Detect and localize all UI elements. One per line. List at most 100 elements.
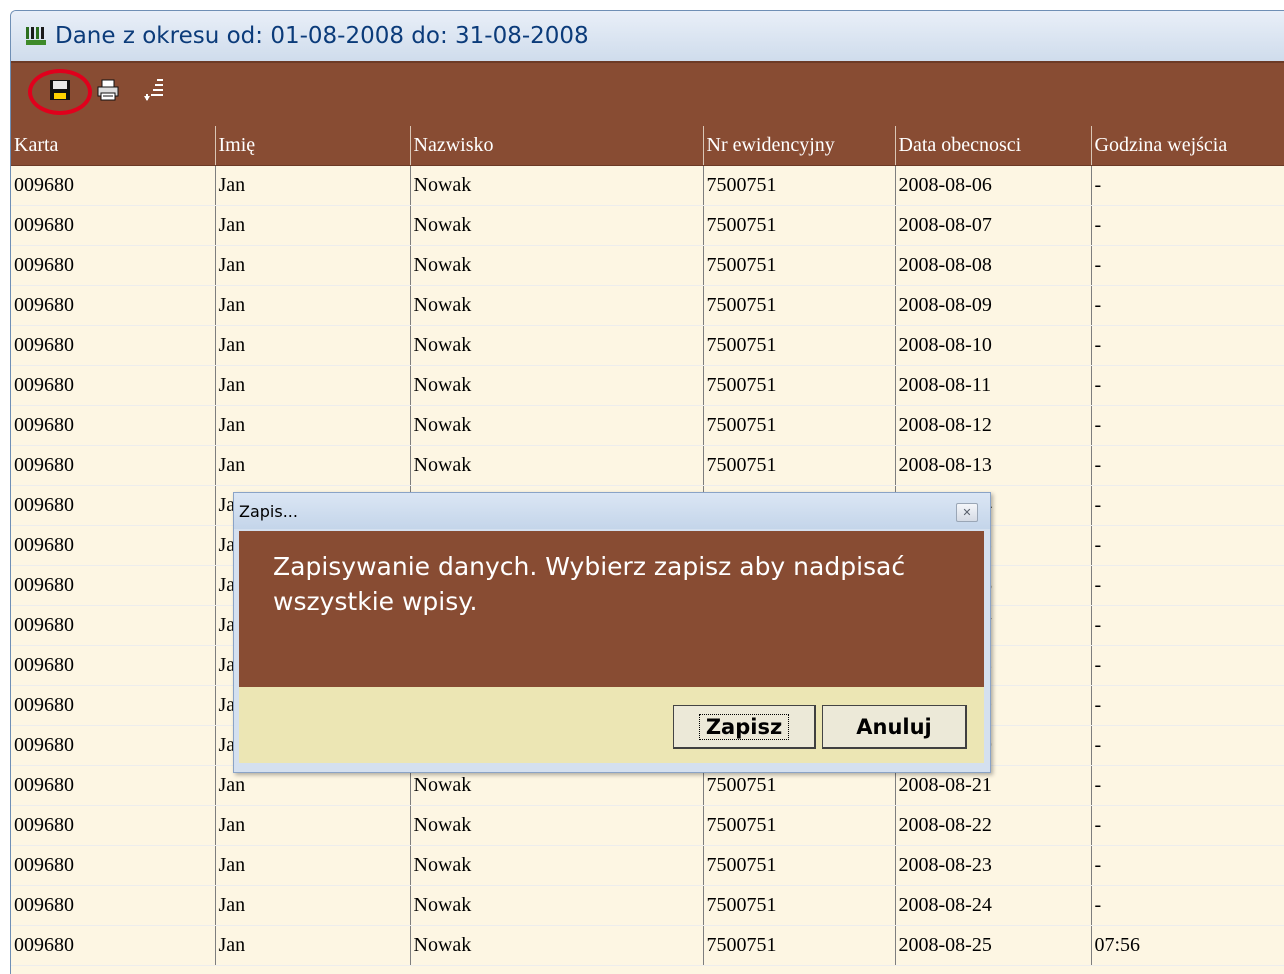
table-cell: 009680 (11, 445, 216, 486)
table-cell: 009680 (11, 765, 216, 806)
table-cell: 2008-08-08 (895, 245, 1092, 286)
app-icon (25, 25, 47, 47)
table-cell: Jan (215, 445, 411, 486)
table-cell: 009680 (11, 285, 216, 326)
table-cell: Nowak (410, 885, 704, 926)
table-cell: - (1091, 725, 1284, 766)
column-header[interactable]: Imię (215, 126, 411, 166)
table-cell: - (1091, 805, 1284, 846)
table-cell: - (1091, 485, 1284, 526)
table-cell: 7500751 (703, 805, 896, 846)
table-cell: 009680 (11, 565, 216, 606)
dialog-title: Zapis... (239, 501, 298, 521)
table-row[interactable]: 009680 Jan Nowak 7500751 2008-08-24- (11, 885, 1284, 926)
table-cell: 009680 (11, 485, 216, 526)
table-cell: 7500751 (703, 405, 896, 446)
print-icon (96, 79, 120, 106)
table-cell: 2008-08-09 (895, 285, 1092, 326)
dialog-message: Zapisywanie danych. Wybierz zapisz aby n… (273, 552, 906, 616)
print-button[interactable] (91, 75, 125, 109)
column-header[interactable]: Karta (11, 126, 216, 166)
table-cell: 7500751 (703, 445, 896, 486)
table-row[interactable]: 009680 Jan Nowak 7500751 2008-08-25 07:56 (11, 925, 1284, 966)
table-cell: Jan (215, 365, 411, 406)
table-cell: Nowak (410, 245, 704, 286)
table-row[interactable]: 009680 Jan Nowak 7500751 2008-08-22- (11, 805, 1284, 846)
dialog-button-panel: Zapisz Anuluj (239, 687, 984, 763)
table-row[interactable]: 009680 Jan Nowak 7500751 2008-08-10- (11, 325, 1284, 366)
cropped-top-strip (0, 0, 1284, 10)
table-cell: Nowak (410, 205, 704, 246)
table-cell: Nowak (410, 805, 704, 846)
table-row[interactable]: 009680 Jan Nowak 7500751 2008-08-23- (11, 845, 1284, 886)
table-cell: 009680 (11, 605, 216, 646)
table-cell: 009680 (11, 925, 216, 966)
dialog-titlebar: Zapis... ✕ (234, 493, 990, 529)
table-cell: 2008-08-06 (895, 165, 1092, 206)
table-row[interactable]: 009680 Jan Nowak 7500751 2008-08-07- (11, 205, 1284, 246)
column-header[interactable]: Nazwisko (410, 126, 704, 166)
table-cell: 009680 (11, 405, 216, 446)
table-cell: - (1091, 525, 1284, 566)
table-cell: 2008-08-23 (895, 845, 1092, 886)
table-cell: Nowak (410, 845, 704, 886)
table-cell: Nowak (410, 925, 704, 966)
table-cell: 2008-08-13 (895, 445, 1092, 486)
cancel-button[interactable]: Anuluj (822, 705, 967, 749)
sort-button[interactable] (137, 75, 171, 109)
table-cell: Jan (215, 165, 411, 206)
window-title: Dane z okresu od: 01-08-2008 do: 31-08-2… (55, 23, 589, 49)
table-row[interactable]: 009680 Jan Nowak 7500751 2008-08-09- (11, 285, 1284, 326)
save-icon (49, 79, 71, 106)
table-cell: Jan (215, 805, 411, 846)
table-cell: 009680 (11, 365, 216, 406)
table-cell: 7500751 (703, 325, 896, 366)
table-header-row: Karta Imię Nazwisko Nr ewidencyjny Data … (11, 126, 1284, 166)
table-cell: 2008-08-12 (895, 405, 1092, 446)
save-confirm-label: Zapisz (698, 713, 790, 740)
table-cell: Nowak (410, 285, 704, 326)
table-cell: 7500751 (703, 365, 896, 406)
table-row[interactable]: 009680 Jan Nowak 7500751 2008-08-06- (11, 165, 1284, 206)
table-cell: Nowak (410, 445, 704, 486)
table-cell: 7500751 (703, 285, 896, 326)
toolbar (11, 61, 1284, 127)
save-confirm-button[interactable]: Zapisz (673, 705, 816, 749)
table-cell: - (1091, 205, 1284, 246)
table-cell: 7500751 (703, 165, 896, 206)
table-cell: 009680 (11, 205, 216, 246)
window-titlebar: Dane z okresu od: 01-08-2008 do: 31-08-2… (11, 11, 1284, 61)
table-cell: 2008-08-10 (895, 325, 1092, 366)
table-cell: - (1091, 845, 1284, 886)
table-cell: - (1091, 605, 1284, 646)
table-cell: 2008-08-25 (895, 925, 1092, 966)
column-header[interactable]: Nr ewidencyjny (703, 126, 896, 166)
table-cell: - (1091, 645, 1284, 686)
table-cell: 7500751 (703, 885, 896, 926)
table-cell: Nowak (410, 405, 704, 446)
dialog-message-panel: Zapisywanie danych. Wybierz zapisz aby n… (239, 531, 984, 687)
table-cell: Jan (215, 885, 411, 926)
table-row[interactable]: 009680 Jan Nowak 7500751 2008-08-08- (11, 245, 1284, 286)
table-row[interactable]: 009680 Jan Nowak 7500751 2008-08-13- (11, 445, 1284, 486)
table-cell: - (1091, 165, 1284, 206)
save-dialog: Zapis... ✕ Zapisywanie danych. Wybierz z… (233, 492, 991, 773)
table-cell: 2008-08-11 (895, 365, 1092, 406)
save-button[interactable] (43, 75, 77, 109)
close-icon[interactable]: ✕ (956, 503, 978, 522)
column-header[interactable]: Data obecnosci (895, 126, 1092, 166)
table-cell: 009680 (11, 685, 216, 726)
table-cell: - (1091, 245, 1284, 286)
table-row[interactable]: 009680 Jan Nowak 7500751 2008-08-11- (11, 365, 1284, 406)
table-cell: - (1091, 765, 1284, 806)
table-cell: - (1091, 445, 1284, 486)
table-cell: - (1091, 685, 1284, 726)
table-cell: 2008-08-24 (895, 885, 1092, 926)
table-cell: 2008-08-22 (895, 805, 1092, 846)
table-row[interactable]: 009680 Jan Nowak 7500751 2008-08-12- (11, 405, 1284, 446)
column-header[interactable]: Godzina wejścia (1091, 126, 1284, 166)
table-cell: 009680 (11, 845, 216, 886)
table-cell: 7500751 (703, 845, 896, 886)
table-cell: 009680 (11, 325, 216, 366)
table-cell: 7500751 (703, 925, 896, 966)
